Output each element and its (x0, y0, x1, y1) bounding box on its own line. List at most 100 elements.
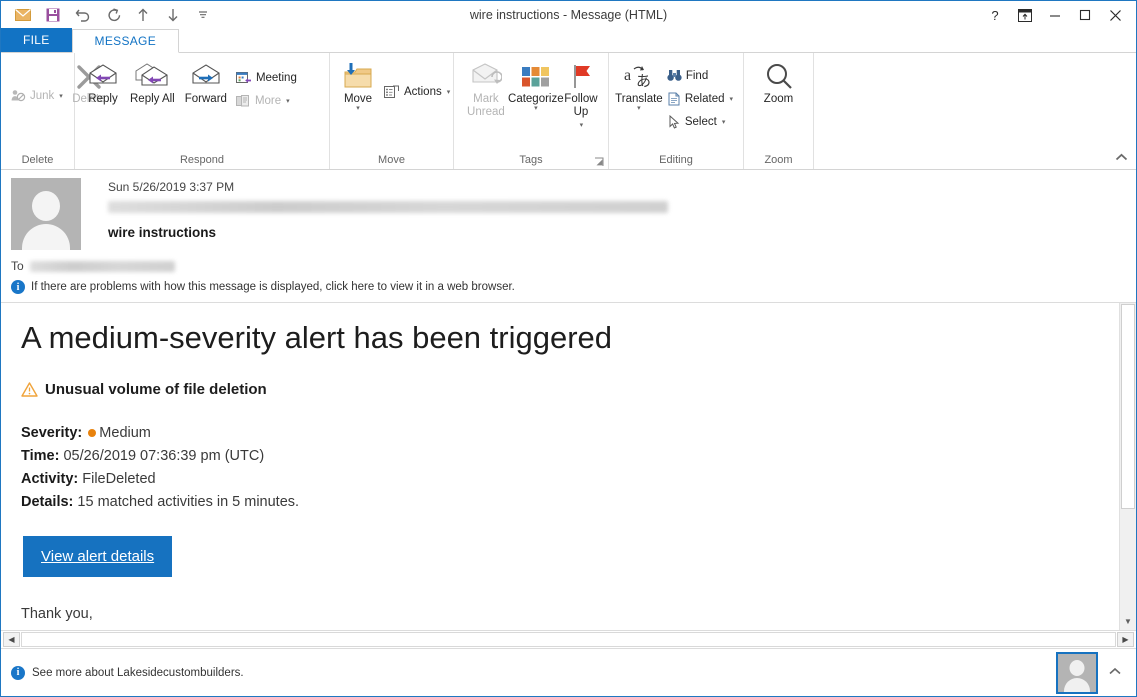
vertical-scrollbar-thumb[interactable] (1121, 304, 1135, 509)
ribbon-group-respond: Reply Reply All Forward Meeting More ▾ R… (75, 53, 330, 169)
customize-quick-access-icon[interactable] (189, 3, 217, 27)
help-icon[interactable]: ? (980, 2, 1010, 28)
alert-title-row: Unusual volume of file deletion (21, 381, 1099, 398)
reply-all-icon (134, 61, 170, 93)
zoom-label: Zoom (763, 93, 794, 105)
categorize-button[interactable]: Categorize ▾ (508, 59, 564, 114)
mail-icon[interactable] (9, 3, 37, 27)
outlook-message-window: wire instructions - Message (HTML) ? FIL… (0, 0, 1137, 697)
actions-icon (384, 85, 399, 98)
mark-unread-button[interactable]: Mark Unread (460, 59, 512, 121)
reply-button[interactable]: Reply (81, 59, 125, 108)
svg-text:あ: あ (636, 73, 651, 90)
ribbon-group-label-editing: Editing (659, 154, 693, 166)
email-body: A medium-severity alert has been trigger… (1, 303, 1119, 630)
severity-dot-icon (88, 428, 97, 437)
svg-text:a: a (624, 67, 631, 84)
actions-label: Actions (404, 85, 442, 98)
translate-button[interactable]: aあ Translate ▾ (615, 59, 663, 114)
chevron-down-icon[interactable]: ▾ (729, 95, 733, 103)
close-icon[interactable] (1100, 2, 1130, 28)
chevron-down-icon[interactable]: ▾ (286, 97, 290, 105)
vertical-scrollbar-track[interactable] (1120, 510, 1136, 613)
info-bar-text[interactable]: If there are problems with how this mess… (31, 281, 515, 293)
chevron-down-icon[interactable]: ▾ (722, 118, 726, 126)
scroll-left-icon[interactable]: ◀ (3, 632, 20, 647)
more-label: More (254, 94, 282, 107)
alert-heading: A medium-severity alert has been trigger… (21, 320, 613, 355)
more-icon (235, 94, 249, 106)
title-bar: wire instructions - Message (HTML) ? (1, 1, 1136, 29)
undo-icon[interactable] (69, 3, 97, 27)
collapse-people-pane-icon[interactable] (1104, 667, 1126, 679)
tab-message[interactable]: MESSAGE (71, 29, 179, 53)
signoff-line-1: Thank you, (21, 606, 93, 623)
related-label: Related (684, 92, 725, 105)
chevron-down-icon[interactable]: ▾ (447, 88, 451, 96)
meeting-button[interactable]: Meeting (232, 67, 301, 88)
forward-icon (189, 61, 223, 93)
move-button[interactable]: Move ▾ (336, 59, 380, 114)
chevron-down-icon[interactable]: ▾ (580, 119, 584, 132)
chevron-down-icon[interactable]: ▾ (59, 92, 63, 100)
chevron-down-icon[interactable]: ▾ (356, 105, 360, 112)
find-button[interactable]: Find (663, 65, 737, 86)
chevron-down-icon[interactable]: ▾ (637, 105, 641, 112)
horizontal-scrollbar[interactable]: ◀ ▶ (1, 630, 1136, 648)
detail-row-severity: Severity: Medium (21, 422, 1099, 445)
collapse-ribbon-icon[interactable] (1115, 153, 1128, 165)
message-area: Sun 5/26/2019 3:37 PM wire instructions … (1, 170, 1136, 648)
chevron-down-icon[interactable]: ▾ (534, 105, 538, 112)
previous-item-icon[interactable] (129, 3, 157, 27)
forward-button[interactable]: Forward (180, 59, 232, 108)
related-button[interactable]: Related ▾ (663, 88, 737, 109)
detail-value-activity: FileDeleted (82, 471, 156, 488)
junk-icon (11, 90, 26, 102)
reply-all-label: Reply All (130, 93, 175, 105)
meeting-icon (235, 71, 251, 83)
select-cursor-icon (669, 114, 680, 129)
view-alert-details-button[interactable]: View alert details (23, 536, 173, 578)
see-more-about-row[interactable]: i See more about Lakesidecustombuilders. (11, 665, 244, 680)
next-item-icon[interactable] (159, 3, 187, 27)
zoom-button[interactable]: Zoom (757, 59, 801, 108)
sender-avatar (11, 178, 81, 250)
ribbon: Junk ▾ Delete Delete Reply Reply All For… (1, 53, 1136, 170)
save-icon[interactable] (39, 3, 67, 27)
window-controls: ? (980, 2, 1136, 28)
detail-label-time: Time: (21, 448, 60, 465)
to-label: To (11, 259, 24, 273)
scroll-right-icon[interactable]: ▶ (1117, 632, 1134, 647)
contact-photo-thumbnail[interactable] (1056, 651, 1098, 694)
detail-row-details: Details: 15 matched activities in 5 minu… (21, 491, 1099, 514)
vertical-scrollbar[interactable]: ▼ (1119, 303, 1136, 630)
detail-value-details: 15 matched activities in 5 minutes. (77, 494, 300, 511)
message-subject: wire instructions (108, 225, 217, 240)
move-folder-icon (342, 61, 374, 93)
minimize-icon[interactable] (1040, 2, 1070, 28)
tab-file[interactable]: FILE (1, 28, 72, 52)
junk-button[interactable]: Junk ▾ (7, 85, 67, 106)
ribbon-group-label-tags: Tags (454, 152, 608, 169)
forward-label: Forward (184, 93, 227, 105)
see-more-text[interactable]: See more about Lakesidecustombuilders. (32, 667, 244, 679)
find-binoculars-icon (667, 70, 682, 81)
scroll-down-icon[interactable]: ▼ (1120, 613, 1136, 630)
more-button[interactable]: More ▾ (232, 90, 301, 111)
maximize-icon[interactable] (1070, 2, 1100, 28)
web-browser-info-bar[interactable]: i If there are problems with how this me… (1, 273, 1136, 302)
horizontal-scrollbar-track[interactable] (21, 632, 1116, 647)
mark-unread-label: Mark Unread (467, 93, 505, 118)
reply-all-button[interactable]: Reply All (125, 59, 180, 108)
actions-button[interactable]: Actions ▾ (380, 81, 454, 102)
ribbon-display-options-icon[interactable] (1010, 2, 1040, 28)
ribbon-group-zoom: Zoom Zoom (744, 53, 814, 169)
select-button[interactable]: Select ▾ (663, 111, 737, 132)
avatar-body (22, 224, 70, 250)
tags-dialog-launcher-icon[interactable] (593, 157, 604, 168)
redo-icon[interactable] (99, 3, 127, 27)
follow-up-button[interactable]: Follow Up ▾ (560, 59, 602, 134)
ribbon-group-tags: Mark Unread Categorize ▾ Follow Up ▾ Tag… (454, 53, 609, 169)
alert-title: Unusual volume of file deletion (45, 381, 267, 399)
ribbon-group-label-respond: Respond (179, 154, 225, 166)
